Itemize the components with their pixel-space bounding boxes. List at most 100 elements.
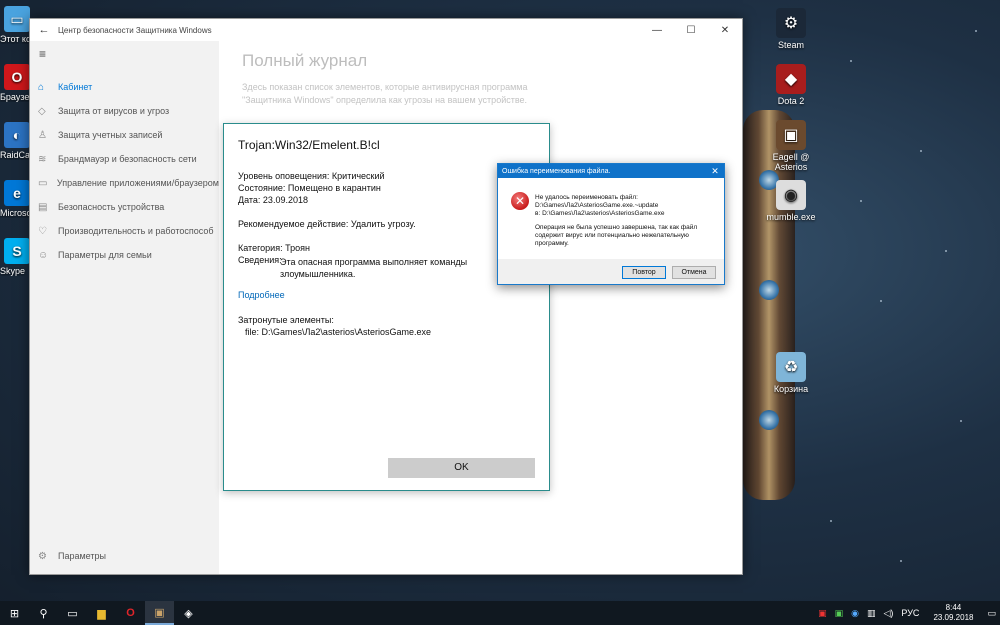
system-tray: ▣ ▣ ◉ ▥ ◁) РУС 8:44 23.09.2018 ▭ (814, 601, 1000, 625)
device-icon: ▤ (38, 201, 48, 213)
wifi-icon: ≋ (38, 153, 47, 165)
desktop-icon-steam[interactable]: ⚙ Steam (760, 8, 822, 50)
error-dialog-body: ✕ Не удалось переименовать файл: D:\Game… (498, 178, 724, 259)
error-target-path: в: D:\Games\Ла2\asterios\AsteriosGame.ex… (535, 210, 665, 217)
maximize-button[interactable]: ☐ (674, 25, 708, 36)
network-icon[interactable]: ▥ (863, 608, 880, 619)
clock-time: 8:44 (945, 603, 962, 612)
cancel-button[interactable]: Отмена (672, 266, 716, 279)
antivirus-tray-icon[interactable]: ▣ (814, 608, 831, 619)
sidebar-item-settings[interactable]: ⚙ Параметры (30, 544, 106, 568)
file-explorer-icon[interactable]: ▆ (87, 601, 116, 625)
sidebar-item-virus-protection[interactable]: ◇ Защита от вирусов и угроз (30, 99, 219, 123)
search-icon[interactable]: ⚲ (29, 601, 58, 625)
desktop-icon-label: Skype (0, 266, 26, 276)
error-message-line: Не удалось переименовать файл: (535, 194, 638, 201)
opera-icon[interactable]: O (116, 601, 145, 625)
notifications-icon[interactable]: ▭ (983, 608, 1000, 619)
hamburger-menu-icon[interactable]: ≡ (30, 41, 219, 67)
threat-category: Категория: Троян (238, 243, 310, 253)
sidebar-item-performance[interactable]: ♡ Производительность и работоспособ (30, 219, 219, 243)
shield-icon: ◇ (38, 105, 46, 117)
sidebar: ≡ ⌂ Кабинет ◇ Защита от вирусов и угроз … (30, 41, 219, 574)
home-icon: ⌂ (38, 81, 45, 93)
desktop-icon-label: Microsoft Edge (0, 208, 30, 218)
close-button[interactable]: ✕ (708, 25, 742, 36)
opera-icon: O (4, 64, 30, 90)
defender-icon[interactable]: ◈ (174, 601, 203, 625)
desktop-icon-recycle-bin[interactable]: ♻ Корзина (760, 352, 822, 394)
sidebar-item-firewall[interactable]: ≋ Брандмауэр и безопасность сети (30, 147, 219, 171)
sidebar-item-label: Параметры для семьи (58, 250, 152, 260)
task-view-icon[interactable]: ▭ (58, 601, 87, 625)
threat-name: Trojan:Win32/Emelent.B!cl (238, 138, 380, 152)
family-icon: ☺ (38, 249, 49, 261)
game-icon: ▣ (776, 120, 806, 150)
desktop-icon-asterios[interactable]: ▣ Eagell @ Asterios (760, 120, 822, 172)
steam-icon: ⚙ (776, 8, 806, 38)
close-icon[interactable]: ✕ (706, 166, 724, 177)
title-bar: ← Центр безопасности Защитника Windows —… (30, 19, 742, 41)
nvidia-tray-icon[interactable]: ▣ (831, 608, 848, 619)
retry-button[interactable]: Повтор (622, 266, 666, 279)
sidebar-item-family[interactable]: ☺ Параметры для семьи (30, 243, 219, 267)
back-arrow-icon[interactable]: ← (30, 24, 58, 36)
desktop-icon-edge[interactable]: e Microsoft Edge (0, 180, 30, 218)
desktop-icon-dota[interactable]: ◆ Dota 2 (760, 64, 822, 106)
volume-icon[interactable]: ◁) (879, 608, 897, 619)
desktop-icon-skype[interactable]: S Skype (0, 238, 30, 276)
desktop-icon-label: RaidCall (0, 150, 30, 160)
desktop-icon-label: Dota 2 (777, 96, 805, 106)
error-reason: Операция не была успешно завершена, так … (535, 224, 698, 247)
minimize-button[interactable]: — (640, 25, 674, 36)
desktop-icon-mumble[interactable]: ◉ mumble.exe (760, 180, 822, 222)
error-icon: ✕ (511, 192, 529, 210)
details-value: Эта опасная программа выполняет команды … (280, 257, 468, 279)
desktop-icon-label: mumble.exe (766, 212, 816, 222)
affected-file: file: D:\Games\Ла2\asterios\AsteriosGame… (245, 327, 431, 337)
gear-icon: ⚙ (38, 550, 47, 562)
error-source-path: D:\Games\Ла2\AsteriosGame.exe.~update (535, 202, 659, 209)
sidebar-item-app-browser[interactable]: ▭ Управление приложениями/браузером (30, 171, 219, 195)
sidebar-item-home[interactable]: ⌂ Кабинет (30, 75, 219, 99)
mumble-icon: ◉ (776, 180, 806, 210)
steam-tray-icon[interactable]: ◉ (847, 608, 863, 619)
page-description: Здесь показан список элементов, которые … (242, 82, 528, 105)
recommended-action: Рекомендуемое действие: Удалить угрозу. (238, 219, 416, 229)
computer-icon: ▭ (4, 6, 30, 32)
raidcall-icon: ◐ (4, 122, 30, 148)
sidebar-item-label: Защита от вирусов и угроз (58, 106, 170, 116)
clock[interactable]: 8:44 23.09.2018 (923, 603, 983, 623)
desktop-icon-label: Eagell @ Asterios (772, 152, 810, 172)
defender-window: ← Центр безопасности Защитника Windows —… (29, 18, 743, 575)
game-icon[interactable]: ▣ (145, 601, 174, 625)
clock-date: 23.09.2018 (933, 613, 974, 622)
threat-status: Состояние: Помещено в карантин (238, 183, 381, 193)
desktop-icon-raidcall[interactable]: ◐ RaidCall (0, 122, 30, 160)
threat-date: Дата: 23.09.2018 (238, 195, 308, 205)
ok-button[interactable]: OK (388, 458, 535, 478)
desktop-icon-label: Корзина (773, 384, 809, 394)
person-icon: ♙ (38, 129, 47, 141)
details-label: Сведения: (238, 255, 282, 265)
desktop-icon-opera[interactable]: O Браузер Opera (0, 64, 30, 102)
error-dialog-title: Ошибка переименования файла. (502, 167, 611, 175)
desktop-icon-label: Этот компьютер (0, 34, 30, 44)
recycle-bin-icon: ♻ (776, 352, 806, 382)
app-icon: ▭ (38, 177, 48, 189)
start-button[interactable]: ⊞ (0, 601, 29, 625)
sidebar-item-label: Производительность и работоспособ (58, 226, 214, 236)
desktop-icon-label: Steam (777, 40, 804, 50)
sidebar-item-label: Параметры (58, 551, 106, 561)
desktop-icon-computer[interactable]: ▭ Этот компьютер (0, 6, 30, 44)
language-indicator[interactable]: РУС (897, 608, 923, 618)
page-title: Полный журнал (242, 51, 368, 70)
sidebar-item-label: Кабинет (58, 82, 93, 92)
sidebar-item-label: Безопасность устройства (58, 202, 165, 212)
error-dialog-title-bar: Ошибка переименования файла. ✕ (498, 164, 724, 178)
sidebar-item-account-protection[interactable]: ♙ Защита учетных записей (30, 123, 219, 147)
window-title: Центр безопасности Защитника Windows (58, 25, 212, 35)
more-info-link[interactable]: Подробнее (238, 290, 285, 300)
alert-level: Уровень оповещения: Критический (238, 171, 385, 181)
sidebar-item-device-security[interactable]: ▤ Безопасность устройства (30, 195, 219, 219)
